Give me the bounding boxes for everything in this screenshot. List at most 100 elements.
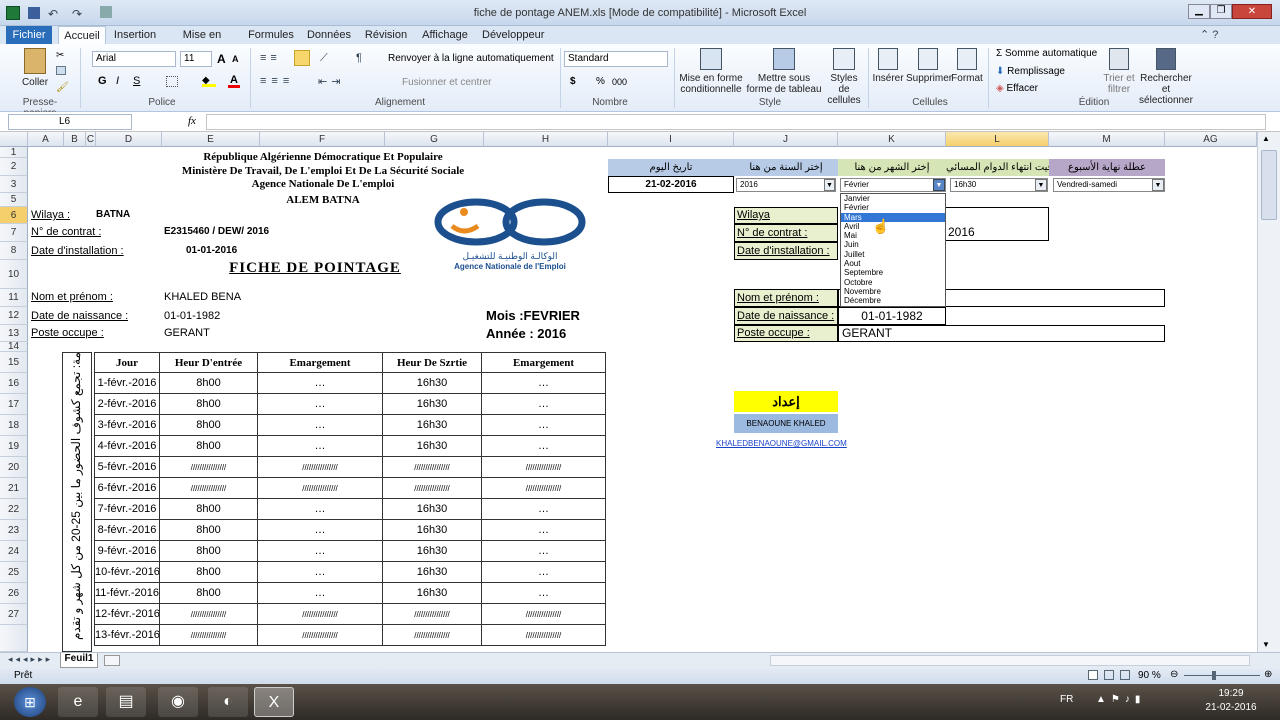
table-cell[interactable]: //////////////// bbox=[258, 457, 383, 478]
copy-icon[interactable] bbox=[56, 66, 66, 75]
fx-icon[interactable]: fx bbox=[188, 115, 196, 127]
table-cell[interactable]: //////////////// bbox=[258, 604, 383, 625]
table-cell[interactable]: … bbox=[258, 562, 383, 583]
col-header-m[interactable]: M bbox=[1049, 132, 1165, 147]
table-cell[interactable]: //////////////// bbox=[383, 457, 482, 478]
sheet-tab-feuil1[interactable]: Feuil1 bbox=[60, 653, 98, 668]
month-dropdown-list[interactable]: Janvier Février Mars Avril Mai Juin Juil… bbox=[840, 193, 946, 307]
tray-icons[interactable]: ▲⚑♪▮ bbox=[1096, 694, 1145, 705]
clear-button[interactable]: ◈ Effacer bbox=[996, 83, 1038, 94]
percent-button[interactable]: % bbox=[596, 76, 605, 87]
zoom-out-icon[interactable]: ⊖ bbox=[1170, 669, 1178, 680]
row-header[interactable]: 12 bbox=[0, 307, 28, 325]
row-header[interactable]: 17 bbox=[0, 394, 28, 415]
insert-cells-button[interactable]: Insérer bbox=[872, 48, 904, 84]
table-cell[interactable]: //////////////// bbox=[160, 604, 258, 625]
month-option[interactable]: Octobre bbox=[841, 278, 945, 287]
font-color-icon[interactable]: A bbox=[228, 74, 240, 88]
month-option[interactable]: Juillet bbox=[841, 250, 945, 259]
month-select[interactable]: Février bbox=[840, 178, 946, 192]
name-box[interactable]: L6 bbox=[8, 114, 132, 130]
table-cell[interactable]: … bbox=[482, 499, 606, 520]
formula-input[interactable] bbox=[206, 114, 1266, 130]
table-cell[interactable]: … bbox=[258, 520, 383, 541]
rp-post-value[interactable]: GERANT bbox=[838, 325, 1165, 342]
row-header[interactable]: 3 bbox=[0, 176, 28, 193]
table-cell[interactable]: … bbox=[258, 415, 383, 436]
tab-developpeur[interactable]: Développeur bbox=[482, 26, 544, 44]
row-header[interactable]: 13 bbox=[0, 325, 28, 342]
close-button[interactable]: ✕ bbox=[1232, 4, 1272, 19]
month-option[interactable]: Mai bbox=[841, 231, 945, 240]
row-header[interactable]: 1 bbox=[0, 147, 28, 158]
zoom-slider-thumb[interactable] bbox=[1212, 671, 1216, 680]
horizontal-scrollbar[interactable] bbox=[770, 655, 1250, 666]
row-header[interactable]: 24 bbox=[0, 541, 28, 562]
table-cell[interactable]: 3-févr.-2016 bbox=[94, 415, 160, 436]
format-painter-icon[interactable]: 🖌 bbox=[56, 82, 69, 93]
select-all-corner[interactable] bbox=[0, 132, 28, 147]
format-as-table-button[interactable]: Mettre sous forme de tableau bbox=[746, 48, 822, 95]
row-header[interactable]: 16 bbox=[0, 373, 28, 394]
row-header[interactable]: 23 bbox=[0, 520, 28, 541]
year-dropdown-arrow-icon[interactable]: ▼ bbox=[824, 179, 835, 191]
new-sheet-icon[interactable] bbox=[104, 655, 120, 666]
table-cell[interactable]: … bbox=[258, 436, 383, 457]
row-header[interactable]: 27 bbox=[0, 604, 28, 625]
sort-filter-button[interactable]: Trier et filtrer bbox=[1102, 48, 1136, 95]
table-cell[interactable]: 4-févr.-2016 bbox=[94, 436, 160, 457]
table-cell[interactable]: … bbox=[482, 373, 606, 394]
font-size-select[interactable]: 11 bbox=[180, 51, 212, 67]
table-cell[interactable]: //////////////// bbox=[160, 457, 258, 478]
tab-affichage[interactable]: Affichage bbox=[420, 26, 470, 44]
row-header[interactable]: 11 bbox=[0, 289, 28, 307]
scroll-thumb[interactable] bbox=[1261, 150, 1277, 220]
ie-icon[interactable]: e bbox=[58, 687, 98, 717]
maximize-button[interactable]: ❐ bbox=[1210, 4, 1232, 19]
tab-mise-en-page[interactable]: Mise en page bbox=[170, 26, 234, 59]
shrink-font-button[interactable]: A bbox=[232, 54, 239, 64]
col-header-l[interactable]: L bbox=[946, 132, 1049, 147]
rp-birth-value[interactable]: 01-01-1982 bbox=[838, 307, 946, 325]
table-cell[interactable]: … bbox=[482, 583, 606, 604]
sheet-nav-icons[interactable]: ◂◂◂▸▸▸ bbox=[8, 654, 53, 665]
table-cell[interactable]: 16h30 bbox=[383, 583, 482, 604]
year-select[interactable]: 2016 bbox=[736, 178, 836, 192]
table-cell[interactable]: //////////////// bbox=[160, 478, 258, 499]
table-cell[interactable]: 16h30 bbox=[383, 499, 482, 520]
month-option[interactable]: Décembre bbox=[841, 296, 945, 305]
tab-insertion[interactable]: Insertion bbox=[110, 26, 160, 44]
text-direction-icon[interactable]: ¶ bbox=[356, 52, 362, 64]
row-header[interactable]: 25 bbox=[0, 562, 28, 583]
table-cell[interactable]: //////////////// bbox=[383, 604, 482, 625]
tab-fichier[interactable]: Fichier bbox=[6, 26, 52, 44]
fill-button[interactable]: ⬇ Remplissage bbox=[996, 66, 1065, 77]
tab-formules[interactable]: Formules bbox=[246, 26, 296, 44]
row-header[interactable]: 19 bbox=[0, 436, 28, 457]
cell-styles-button[interactable]: Styles de cellules bbox=[824, 48, 864, 106]
worksheet[interactable]: A B C D E F G H I J K L M AG 1 2 3 5 6 7… bbox=[0, 132, 1257, 652]
table-cell[interactable]: 8h00 bbox=[160, 436, 258, 457]
row-header[interactable]: 21 bbox=[0, 478, 28, 499]
col-header-i[interactable]: I bbox=[608, 132, 734, 147]
table-cell[interactable]: … bbox=[482, 436, 606, 457]
table-cell[interactable]: … bbox=[482, 541, 606, 562]
wrap-text-button[interactable]: Renvoyer à la ligne automatiquement bbox=[388, 53, 554, 64]
tab-donnees[interactable]: Données bbox=[306, 26, 352, 44]
thousands-button[interactable]: 000 bbox=[612, 77, 627, 87]
month-option[interactable]: Novembre bbox=[841, 287, 945, 296]
table-cell[interactable]: … bbox=[258, 541, 383, 562]
table-cell[interactable]: 8h00 bbox=[160, 373, 258, 394]
month-option[interactable]: Aout bbox=[841, 259, 945, 268]
help-icon[interactable]: ⌃ ? bbox=[1200, 28, 1218, 41]
col-header-j[interactable]: J bbox=[734, 132, 838, 147]
month-option[interactable]: Septembre bbox=[841, 268, 945, 277]
clock-time[interactable]: 19:29 bbox=[1206, 688, 1256, 699]
value-post[interactable]: GERANT bbox=[164, 327, 210, 339]
tab-accueil[interactable]: Accueil bbox=[58, 26, 106, 44]
page-break-icon[interactable] bbox=[1120, 670, 1130, 680]
zoom-level[interactable]: 90 % bbox=[1138, 670, 1161, 681]
currency-button[interactable]: $ bbox=[570, 76, 576, 87]
row-header[interactable]: 20 bbox=[0, 457, 28, 478]
table-cell[interactable]: 7-févr.-2016 bbox=[94, 499, 160, 520]
